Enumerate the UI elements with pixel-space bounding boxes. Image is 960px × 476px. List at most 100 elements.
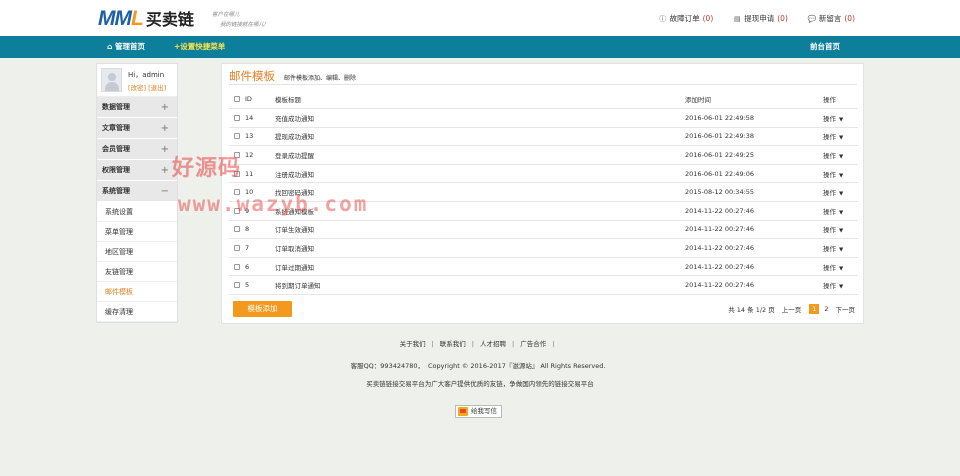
card-icon: ▤ [733,14,741,23]
table-row: 12 登录成功提醒 2016-06-01 22:49:25 操作 ▼ [229,145,858,165]
sidebar-item-system-settings[interactable]: 系统设置 [97,202,177,222]
sidebar-item-region-manage[interactable]: 地区管理 [97,242,177,262]
caret-down-icon: ▼ [839,247,844,254]
plus-icon: + [160,165,169,176]
pager-prev[interactable]: 上一页 [782,304,802,314]
nav-front-home[interactable]: 前台首页 [810,36,840,58]
minus-icon: − [160,186,169,197]
sidebar-group-articles[interactable]: 文章管理 + [97,118,177,139]
row-time: 2014-11-22 00:27:46 [685,257,823,277]
top-header: MML 买卖链 客户在哪儿 我的链接就在哪儿! ⓘ 故障订单 (0) ▤ 提现申… [0,0,960,36]
row-id: 13 [245,127,275,147]
checkbox[interactable] [234,245,240,252]
row-time: 2016-06-01 22:49:25 [685,145,823,165]
row-checkbox-cell[interactable] [229,220,245,240]
fault-orders-link[interactable]: ⓘ 故障订单 (0) [659,13,713,24]
row-action-dropdown[interactable]: 操作 ▼ [823,220,858,240]
user-greeting: Hi，admin [128,71,165,79]
row-title: 注册成功通知 [275,164,685,184]
row-checkbox-cell[interactable] [229,275,245,296]
caret-down-icon: ▼ [839,228,844,235]
row-checkbox-cell[interactable] [229,108,245,128]
header-slogan: 客户在哪儿 我的链接就在哪儿! [212,12,267,28]
sidebar-group-permissions[interactable]: 权限管理 + [97,160,177,181]
footer-link-jobs[interactable]: 人才招聘 [480,340,506,348]
row-title: 订单过期通知 [275,257,685,277]
footer-links: 关于我们 | 联系我们 | 人才招聘 | 广告合作 | [399,340,555,348]
checkbox[interactable] [234,114,240,121]
select-all-checkbox-cell[interactable] [229,90,245,110]
footer-link-ads[interactable]: 广告合作 [520,340,546,348]
row-action-dropdown[interactable]: 操作 ▼ [823,238,858,258]
sidebar-item-cache-clear[interactable]: 缓存清理 [97,302,177,322]
avatar [101,68,122,92]
plus-icon: + [160,144,169,155]
sidebar-group-members[interactable]: 会员管理 + [97,139,177,160]
checkbox[interactable] [234,96,240,103]
write-to-me-button[interactable]: 给我写信 [455,405,502,418]
pager-page-2[interactable]: 2 [824,305,828,313]
row-title: 订单取消通知 [275,238,685,258]
row-checkbox-cell[interactable] [229,127,245,147]
caret-down-icon: ▼ [839,284,844,291]
table-header-row: ID 模板标题 添加时间 操作 [229,90,858,110]
row-action-dropdown[interactable]: 操作 ▼ [823,127,858,147]
pager-next[interactable]: 下一页 [836,304,856,314]
row-action-dropdown[interactable]: 操作 ▼ [823,201,858,221]
pager-page-current[interactable]: 1 [809,304,820,314]
nav-admin-home[interactable]: ⌂ 管理首页 [107,36,145,58]
home-icon: ⌂ [107,42,113,51]
plus-icon: + [160,102,169,113]
checkbox[interactable] [234,263,240,270]
watermark-text: 好源码 [172,156,242,181]
sidebar-item-email-templates[interactable]: 邮件模板 [97,282,177,302]
row-time: 2016-06-01 22:49:58 [685,108,823,128]
footer-slogan: 买卖链链接交易平台为广大客户提供优质的友链，争做国内领先的链接交易平台 [366,380,594,388]
add-template-button[interactable]: 模板添加 [233,301,292,317]
row-id: 12 [245,145,275,165]
new-messages-link[interactable]: 💬 新留言 (0) [808,13,855,24]
table-row: 14 充值成功通知 2016-06-01 22:49:58 操作 ▼ [229,108,858,128]
row-action-dropdown[interactable]: 操作 ▼ [823,108,858,128]
caret-down-icon: ▼ [839,116,844,123]
sidebar-group-data[interactable]: 数据管理 + [97,97,177,118]
row-time: 2015-08-12 00:34:55 [685,182,823,203]
table-row: 11 注册成功通知 2016-06-01 22:49:06 操作 ▼ [229,164,858,184]
column-header-op: 操作 [823,90,858,110]
checkbox[interactable] [234,226,240,233]
title-divider [229,84,857,85]
checkbox[interactable] [234,133,240,140]
nav-set-quick-menu[interactable]: +设置快捷菜单 [174,36,225,58]
sidebar-group-system[interactable]: 系统管理 − [97,181,177,202]
site-logo[interactable]: MML 买卖链 [98,8,194,30]
row-action-dropdown[interactable]: 操作 ▼ [823,182,858,203]
column-header-id: ID [245,90,275,110]
row-checkbox-cell[interactable] [229,238,245,258]
table-row: 7 订单取消通知 2014-11-22 00:27:46 操作 ▼ [229,238,858,258]
footer-copyright: 客服QQ：993424780， Copyright © 2016-2017『滋源站… [350,362,606,370]
row-action-dropdown[interactable]: 操作 ▼ [823,145,858,165]
sidebar-item-menu-manage[interactable]: 菜单管理 [97,222,177,242]
header-links: ⓘ 故障订单 (0) ▤ 提现申请 (0) 💬 新留言 (0) [659,13,855,24]
chat-icon: 💬 [807,14,817,23]
row-action-dropdown[interactable]: 操作 ▼ [823,257,858,277]
row-checkbox-cell[interactable] [229,257,245,277]
footer-link-about[interactable]: 关于我们 [400,340,426,348]
user-links[interactable]: [改密] [退出] [128,82,166,92]
row-action-dropdown[interactable]: 操作 ▼ [823,164,858,184]
row-id: 11 [245,164,275,184]
withdraw-requests-link[interactable]: ▤ 提现申请 (0) [733,13,788,24]
checkbox[interactable] [234,282,240,289]
table-row: 5 将到期订单通知 2014-11-22 00:27:46 操作 ▼ [229,275,858,296]
sidebar-item-friendlink-manage[interactable]: 友链管理 [97,262,177,282]
table-row: 8 订单生效通知 2014-11-22 00:27:46 操作 ▼ [229,220,858,240]
column-header-title: 模板标题 [275,90,685,110]
logo-mml: MML [98,7,144,30]
row-action-dropdown[interactable]: 操作 ▼ [823,275,858,296]
row-id: 14 [245,108,275,128]
row-id: 7 [245,238,275,258]
row-time: 2016-06-01 22:49:06 [685,164,823,184]
caret-down-icon: ▼ [839,191,844,198]
caret-down-icon: ▼ [839,265,844,272]
footer-link-contact[interactable]: 联系我们 [440,340,466,348]
